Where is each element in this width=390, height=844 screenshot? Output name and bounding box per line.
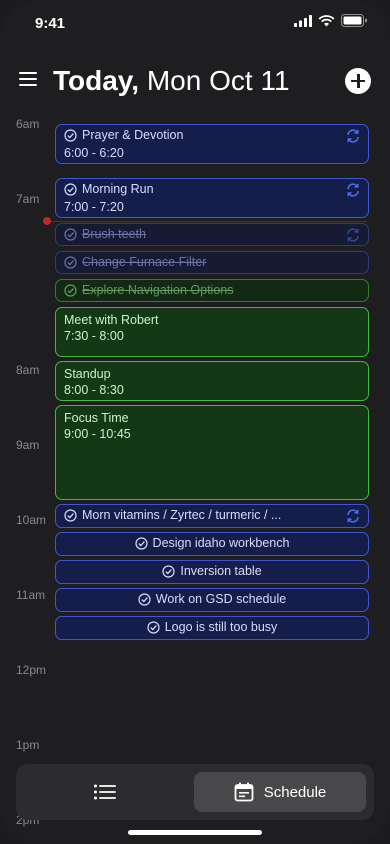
home-indicator[interactable] xyxy=(128,830,262,835)
check-circle-icon xyxy=(138,592,151,606)
hour-label: 12pm xyxy=(16,663,47,677)
cellular-signal-icon xyxy=(294,14,312,27)
hour-label: 6am xyxy=(16,117,40,131)
event-title: Focus Time xyxy=(64,411,129,425)
status-icons xyxy=(294,14,368,27)
hour-label: 1pm xyxy=(16,738,40,752)
event-time: 8:00 - 8:30 xyxy=(64,383,124,397)
check-circle-icon xyxy=(162,564,175,578)
hour-label: 11am xyxy=(16,588,46,602)
task-design-workbench[interactable]: Design idaho workbench xyxy=(55,532,369,556)
event-time: 7:00 - 7:20 xyxy=(64,200,124,214)
repeat-icon xyxy=(347,509,359,523)
task-logo-busy[interactable]: Logo is still too busy xyxy=(55,616,369,640)
event-title: Standup xyxy=(64,367,111,381)
title-date: Mon Oct 11 xyxy=(146,65,290,96)
event-title: Morning Run xyxy=(82,182,154,196)
check-circle-icon xyxy=(64,255,77,269)
status-time: 9:41 xyxy=(35,15,66,32)
task-title: Inversion table xyxy=(180,564,262,578)
repeat-icon xyxy=(347,183,359,197)
check-circle-icon xyxy=(64,182,77,196)
event-title: Explore Navigation Options xyxy=(82,283,234,297)
check-circle-icon xyxy=(134,536,148,550)
task-title: Work on GSD schedule xyxy=(155,592,287,606)
battery-icon xyxy=(341,14,367,27)
repeat-icon xyxy=(347,228,359,242)
check-circle-icon xyxy=(64,128,77,142)
hour-label: 8am xyxy=(16,363,40,377)
app-screen: 9:41 Today, Mon Oct 11 6am 7am 8am 9am 1… xyxy=(0,0,390,844)
event-explore-navigation[interactable]: Explore Navigation Options xyxy=(55,279,369,302)
task-title: Design idaho workbench xyxy=(152,536,290,550)
task-gsd-schedule[interactable]: Work on GSD schedule xyxy=(55,588,369,612)
event-furnace-filter[interactable]: Change Furnace Filter xyxy=(55,251,369,274)
check-circle-icon xyxy=(64,227,77,241)
task-inversion-table[interactable]: Inversion table xyxy=(55,560,369,584)
event-prayer[interactable]: Prayer & Devotion 6:00 - 6:20 xyxy=(55,124,369,164)
current-time-dot xyxy=(43,217,51,225)
event-vitamins[interactable]: Morn vitamins / Zyrtec / turmeric / ... xyxy=(55,504,369,528)
check-circle-icon xyxy=(147,620,160,634)
current-time-line xyxy=(47,221,367,222)
page-title: Today, Mon Oct 11 xyxy=(53,62,290,100)
menu-icon[interactable] xyxy=(19,72,37,88)
wifi-icon xyxy=(318,14,335,26)
tab-list-view[interactable] xyxy=(16,764,194,820)
event-title: Prayer & Devotion xyxy=(82,128,184,142)
hour-label: 7am xyxy=(16,192,40,206)
event-meet-robert[interactable]: Meet with Robert 7:30 - 8:00 xyxy=(55,307,369,357)
event-morning-run[interactable]: Morning Run 7:00 - 7:20 xyxy=(55,178,369,218)
check-circle-icon xyxy=(64,508,77,522)
event-brush-teeth[interactable]: Brush teeth xyxy=(55,223,369,246)
event-title: Brush teeth xyxy=(82,227,146,241)
task-title: Logo is still too busy xyxy=(164,620,278,634)
event-focus-time[interactable]: Focus Time 9:00 - 10:45 xyxy=(55,405,369,500)
event-title: Change Furnace Filter xyxy=(82,255,207,269)
tab-schedule[interactable]: Schedule xyxy=(194,772,366,812)
tab-schedule-label: Schedule xyxy=(263,783,327,801)
hour-label: 10am xyxy=(16,513,47,527)
check-circle-icon xyxy=(64,283,77,297)
event-time: 6:00 - 6:20 xyxy=(64,146,124,160)
calendar-icon xyxy=(234,782,254,802)
event-time: 9:00 - 10:45 xyxy=(64,427,131,441)
event-standup[interactable]: Standup 8:00 - 8:30 xyxy=(55,361,369,401)
title-today: Today, xyxy=(53,65,140,96)
event-time: 7:30 - 8:00 xyxy=(64,329,124,343)
list-icon xyxy=(94,784,116,800)
event-title: Meet with Robert xyxy=(64,313,159,327)
event-title: Morn vitamins / Zyrtec / turmeric / ... xyxy=(82,508,282,522)
add-event-button[interactable] xyxy=(345,68,371,94)
repeat-icon xyxy=(347,129,359,143)
hour-label: 9am xyxy=(16,438,40,452)
bottom-tab-bar: Schedule xyxy=(16,764,374,820)
